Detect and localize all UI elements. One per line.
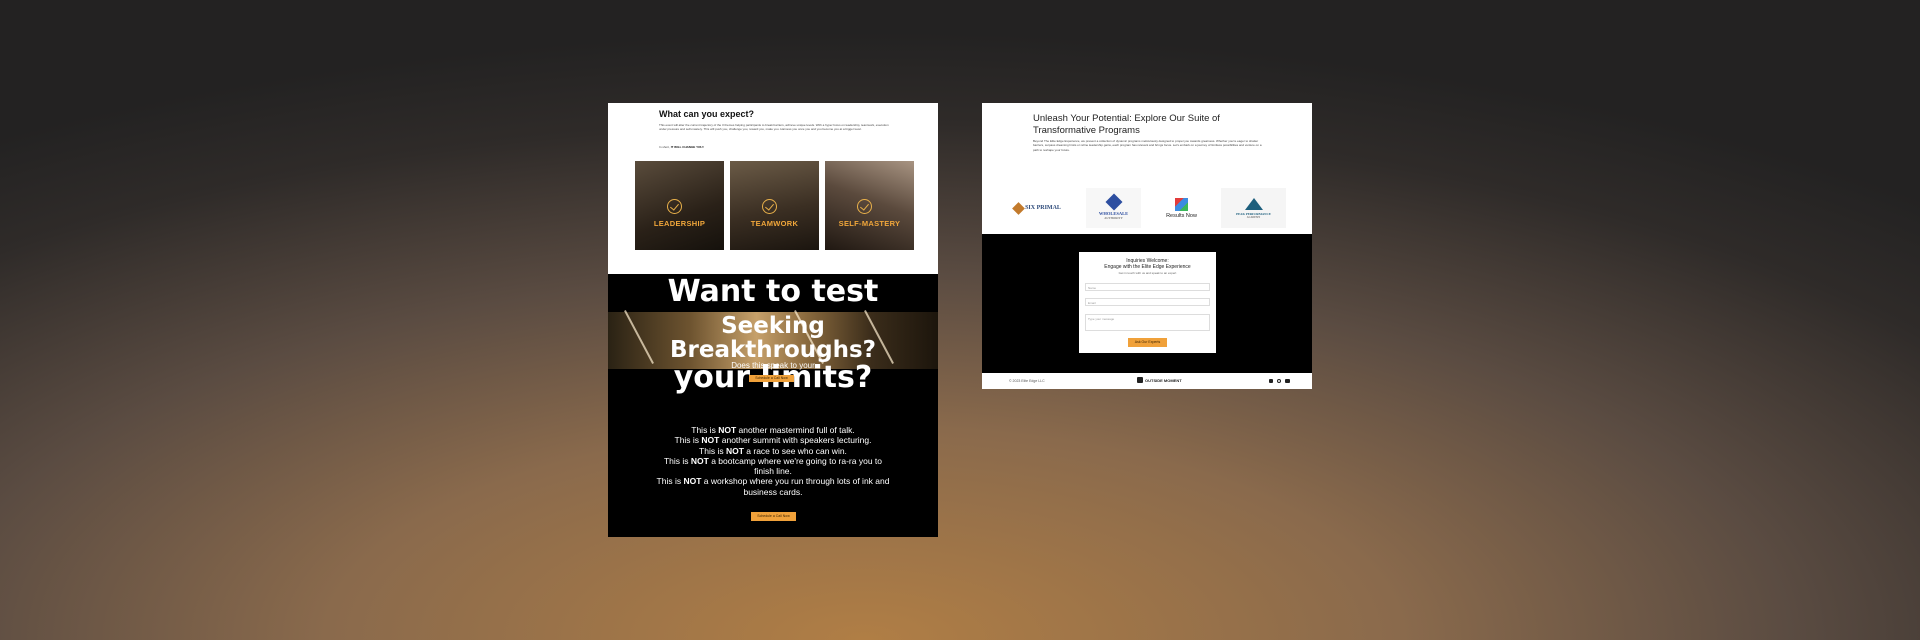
not-list: This is NOT another mastermind full of t… <box>653 425 893 497</box>
peak-performance-sub: ACADEMY <box>1246 215 1261 219</box>
cube-icon <box>1105 193 1122 211</box>
schedule-call-button-bottom[interactable]: Schedule a Call Now <box>751 512 796 521</box>
six-primal-text: SIX PRIMAL <box>1025 205 1061 211</box>
six-primal-mark: SIX PRIMAL <box>1012 201 1061 215</box>
left-page-preview: What can you expect? This event will alt… <box>608 103 938 537</box>
seeking-heading: Seeking <box>721 313 825 339</box>
not-line-4: This is NOT a bootcamp where we're going… <box>663 455 882 477</box>
expect-intro: This event will alter the current trajec… <box>659 123 889 132</box>
message-field[interactable]: Type your message <box>1085 314 1210 331</box>
card-teamwork: TEAMWORK <box>730 161 819 250</box>
card-leadership: LEADERSHIP <box>635 161 724 250</box>
want-to-test-heading: Want to test <box>667 274 879 309</box>
mountain-icon <box>1244 197 1263 210</box>
expect-short-bold: IT WILL CHANGE YOU! <box>670 145 704 149</box>
programs-paragraph: Beyond The Elite Edge Experience, we pre… <box>1033 139 1262 152</box>
name-field[interactable]: Name <box>1085 283 1210 291</box>
peak-performance-logo[interactable]: PEAK PERFORMANCE ACADEMY <box>1221 188 1286 228</box>
wholesale-logo[interactable]: WHOLESALE AUTHORITY <box>1086 188 1141 228</box>
not-line-3: This is NOT a race to see who can win. <box>699 445 847 456</box>
expect-short: In short, IT WILL CHANGE YOU! <box>659 145 889 149</box>
results-now-logo[interactable]: Results Now <box>1154 188 1209 228</box>
card-teamwork-label: TEAMWORK <box>750 219 799 228</box>
r-icon <box>1175 197 1188 211</box>
youtube-icon[interactable] <box>1285 379 1290 383</box>
ask-experts-button[interactable]: Ask Our Experts <box>1128 338 1167 347</box>
results-now-text: Results Now <box>1166 212 1197 219</box>
expect-heading: What can you expect? <box>659 109 755 119</box>
screen: { "left": { "heading": "What can you exp… <box>0 0 1920 640</box>
form-note: Get in touch with us and speak to an exp… <box>1118 271 1177 275</box>
footer-copyright: © 2023 Elite Edge LLC <box>1009 379 1045 383</box>
check-icon <box>667 199 682 214</box>
footer-brand-logo[interactable]: OUTSIDE MOMENT <box>1137 377 1182 383</box>
footer: © 2023 Elite Edge LLC OUTSIDE MOMENT <box>982 373 1312 389</box>
programs-section: Unleash Your Potential: Explore Our Suit… <box>982 103 1312 234</box>
right-page-preview: Unleash Your Potential: Explore Our Suit… <box>982 103 1312 389</box>
wholesale-sub: AUTHORITY <box>1104 216 1123 220</box>
facebook-icon[interactable] <box>1269 379 1273 383</box>
not-line-2: This is NOT another summit with speakers… <box>674 435 872 446</box>
six-primal-logo[interactable]: SIX PRIMAL <box>1010 188 1065 228</box>
programs-heading: Unleash Your Potential: Explore Our Suit… <box>1033 113 1220 136</box>
check-icon <box>762 199 777 214</box>
instagram-icon[interactable] <box>1277 379 1281 383</box>
not-line-5: This is NOT a workshop where you run thr… <box>656 476 890 497</box>
card-self-mastery-label: SELF-MASTERY <box>838 219 901 228</box>
schedule-call-button-top[interactable]: Schedule a Call Now <box>749 375 794 382</box>
footer-brand-text: OUTSIDE MOMENT <box>1145 377 1182 383</box>
diamond-icon <box>1012 201 1025 215</box>
card-leadership-label: LEADERSHIP <box>653 219 706 228</box>
check-icon <box>857 199 872 214</box>
inquiry-form: Inquiries Welcome: Engage with the Elite… <box>1079 252 1216 353</box>
form-title-2: Engage with the Elite Edge Experience <box>1104 264 1191 270</box>
not-line-1: This is NOT another mastermind full of t… <box>691 425 855 435</box>
email-field[interactable]: Email <box>1085 298 1210 306</box>
breakthroughs-heading: Breakthroughs? <box>669 337 877 363</box>
expect-short-prefix: In short, <box>659 145 670 149</box>
expect-section: What can you expect? This event will alt… <box>608 103 938 274</box>
brand-mark-icon <box>1137 377 1143 383</box>
card-self-mastery: SELF-MASTERY <box>825 161 914 250</box>
